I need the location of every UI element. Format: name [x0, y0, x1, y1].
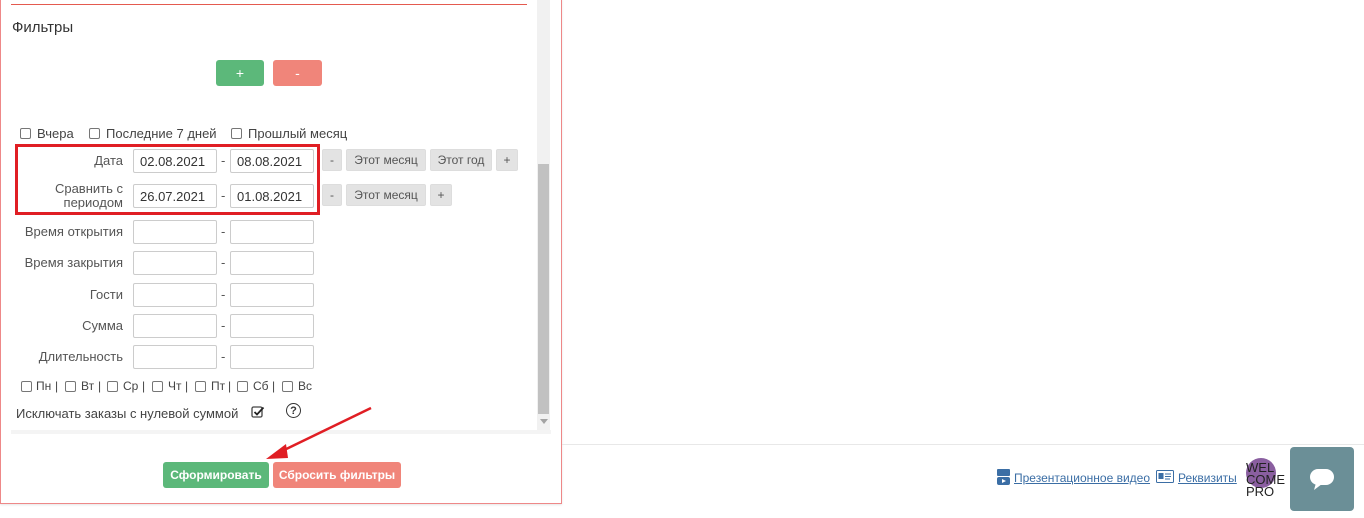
weekday-checkbox-sun[interactable] — [282, 381, 293, 392]
exclude-zero-label: Исключать заказы с нулевой суммой — [16, 406, 239, 421]
date-minus-button[interactable]: - — [322, 149, 342, 171]
sum-separator: - — [221, 318, 226, 333]
weekday-label-wed: Ср — [123, 379, 139, 393]
footer-divider — [562, 444, 1364, 445]
panel-divider — [11, 4, 527, 5]
weekday-separator: | — [272, 379, 276, 393]
duration-to-input[interactable] — [230, 345, 314, 369]
duration-from-input[interactable] — [133, 345, 217, 369]
generate-button[interactable]: Сформировать — [163, 462, 269, 488]
weekday-separator: | — [55, 379, 59, 393]
weekday-separator: | — [228, 379, 232, 393]
close-time-separator: - — [221, 255, 226, 270]
weekday-label-fri: Пт — [211, 379, 226, 393]
add-filter-button[interactable]: + — [216, 60, 264, 86]
weekday-label-thu: Чт — [168, 379, 182, 393]
chat-icon — [1310, 469, 1334, 490]
weekday-checkbox-wed[interactable] — [107, 381, 118, 392]
date-plus-button[interactable]: + — [496, 149, 518, 171]
yesterday-label: Вчера — [37, 126, 74, 141]
close-time-from-input[interactable] — [133, 251, 217, 275]
weekday-checkbox-tue[interactable] — [65, 381, 76, 392]
guests-from-input[interactable] — [133, 283, 217, 307]
weekday-label-sat: Сб — [253, 379, 269, 393]
sum-to-input[interactable] — [230, 314, 314, 338]
highlight-box — [15, 144, 320, 215]
weekday-label-sun: Вс — [298, 379, 313, 393]
open-time-label: Время открытия — [24, 224, 123, 239]
scroll-down-arrow-icon[interactable] — [540, 419, 548, 424]
weekday-checkbox-thu[interactable] — [152, 381, 163, 392]
reset-filters-button[interactable]: Сбросить фильтры — [273, 462, 401, 488]
close-time-label: Время закрытия — [24, 255, 123, 270]
requisites-link[interactable]: Реквизиты — [1178, 471, 1237, 485]
last-month-checkbox[interactable] — [231, 128, 242, 139]
presentation-video-link[interactable]: Презентационное видео — [1014, 471, 1150, 485]
guests-label: Гости — [89, 287, 123, 302]
weekday-separator: | — [98, 379, 102, 393]
scrollbar[interactable] — [537, 0, 550, 431]
yesterday-checkbox[interactable] — [20, 128, 31, 139]
duration-label: Длительность — [38, 349, 123, 364]
weekday-checkbox-sat[interactable] — [237, 381, 248, 392]
compare-plus-button[interactable]: + — [430, 184, 452, 206]
weekday-checkbox-mon[interactable] — [21, 381, 32, 392]
youtube-icon — [997, 469, 1010, 485]
date-this-year-button[interactable]: Этот год — [430, 149, 492, 171]
welcomepro-logo[interactable]: WEL COME PRO — [1246, 458, 1285, 502]
guests-separator: - — [221, 287, 226, 302]
weekday-label-tue: Вт — [81, 379, 95, 393]
duration-separator: - — [221, 349, 226, 364]
id-card-icon — [1156, 470, 1174, 483]
weekday-label-mon: Пн — [36, 379, 52, 393]
chat-button[interactable] — [1290, 447, 1354, 511]
guests-to-input[interactable] — [230, 283, 314, 307]
date-this-month-button[interactable]: Этот месяц — [346, 149, 426, 171]
weekday-separator: | — [142, 379, 146, 393]
open-time-from-input[interactable] — [133, 220, 217, 244]
close-time-to-input[interactable] — [230, 251, 314, 275]
remove-filter-button[interactable]: - — [273, 60, 322, 86]
open-time-separator: - — [221, 224, 226, 239]
annotation-arrow-icon — [266, 406, 372, 459]
last7-label: Последние 7 дней — [106, 126, 217, 141]
last7-checkbox[interactable] — [89, 128, 100, 139]
scrollbar-thumb[interactable] — [538, 164, 549, 414]
logo-text-line: PRO — [1246, 484, 1275, 499]
weekday-separator: | — [185, 379, 189, 393]
filters-title: Фильтры — [12, 19, 74, 36]
last-month-label: Прошлый месяц — [248, 126, 348, 141]
sum-label: Сумма — [82, 318, 123, 333]
compare-minus-button[interactable]: - — [322, 184, 342, 206]
sum-from-input[interactable] — [133, 314, 217, 338]
open-time-to-input[interactable] — [230, 220, 314, 244]
compare-this-month-button[interactable]: Этот месяц — [346, 184, 426, 206]
weekday-checkbox-fri[interactable] — [195, 381, 206, 392]
